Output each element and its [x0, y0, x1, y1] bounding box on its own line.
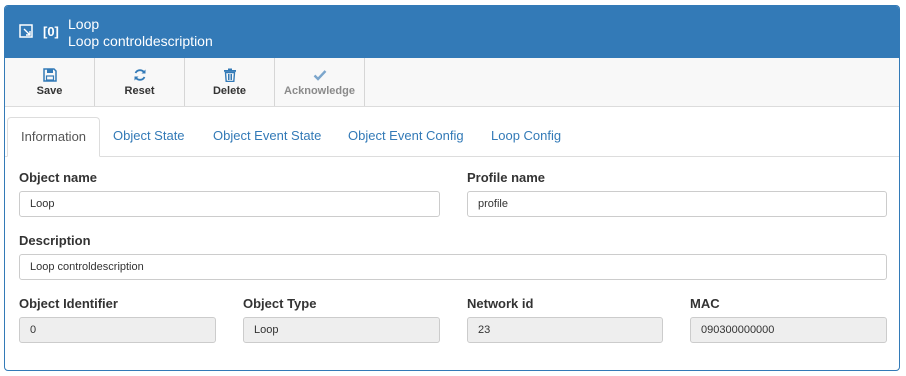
object-identifier-label: Object Identifier [19, 296, 118, 311]
delete-button[interactable]: Delete [185, 58, 275, 106]
object-identifier-field [19, 317, 216, 343]
panel-header: [0] Loop Loop controldescription [5, 6, 899, 58]
refresh-icon [134, 68, 145, 81]
mac-field [690, 317, 887, 343]
tab-loop-config[interactable]: Loop Config [491, 117, 561, 155]
save-button[interactable]: Save [5, 58, 95, 106]
panel-subtitle: Loop controldescription [68, 33, 213, 49]
save-label: Save [36, 84, 63, 97]
object-index: [0] [43, 24, 59, 39]
reset-label: Reset [124, 84, 155, 97]
tab-bar: Information Object State Object Event St… [5, 117, 899, 157]
acknowledge-label: Acknowledge [284, 84, 355, 97]
profile-name-input[interactable] [467, 191, 887, 217]
tab-object-event-config[interactable]: Object Event Config [348, 117, 464, 155]
save-icon [42, 67, 57, 82]
object-type-label: Object Type [243, 296, 317, 311]
network-id-label: Network id [467, 296, 534, 311]
object-panel: [0] Loop Loop controldescription Save Re… [4, 5, 900, 371]
description-label: Description [19, 233, 91, 248]
edit-icon [19, 24, 33, 38]
tab-object-state[interactable]: Object State [113, 117, 185, 155]
tab-object-event-state[interactable]: Object Event State [213, 117, 321, 155]
checkmark-icon [313, 69, 326, 81]
object-name-label: Object name [19, 170, 98, 185]
panel-title: Loop [68, 16, 100, 32]
trash-icon [223, 68, 236, 82]
object-name-input[interactable] [19, 191, 440, 217]
description-input[interactable] [19, 254, 887, 280]
acknowledge-button[interactable]: Acknowledge [275, 58, 365, 106]
delete-label: Delete [212, 84, 247, 97]
mac-label: MAC [690, 296, 720, 311]
reset-button[interactable]: Reset [95, 58, 185, 106]
object-type-field [243, 317, 440, 343]
tab-information[interactable]: Information [7, 117, 101, 157]
profile-name-label: Profile name [467, 170, 546, 185]
toolbar: Save Reset Delete Acknowledge [5, 58, 899, 107]
network-id-field [467, 317, 663, 343]
